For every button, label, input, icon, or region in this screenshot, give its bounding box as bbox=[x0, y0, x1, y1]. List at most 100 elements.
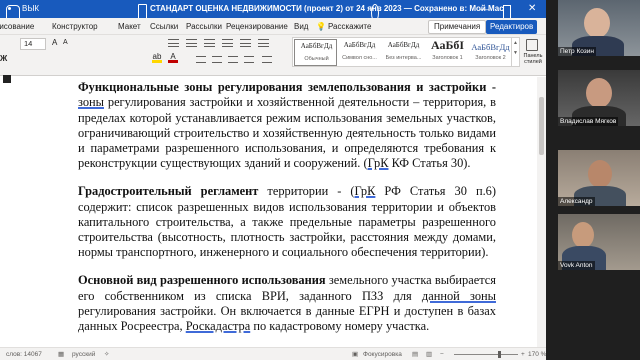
align-left-icon[interactable] bbox=[196, 56, 206, 63]
paragraph-functional-zones: Функциональные зоны регулирования землеп… bbox=[78, 80, 496, 172]
spellcheck-underline: Роскадастра bbox=[185, 319, 251, 334]
focus-mode-button[interactable]: Фокусировка bbox=[363, 348, 402, 360]
close-button[interactable]: ✕ bbox=[528, 0, 536, 18]
focus-icon[interactable]: ▣ bbox=[352, 348, 358, 360]
comments-button[interactable]: Примечания bbox=[428, 20, 487, 34]
tab-design[interactable]: Конструктор bbox=[52, 18, 98, 35]
align-center-icon[interactable] bbox=[212, 56, 222, 63]
zoom-slider-thumb[interactable] bbox=[498, 351, 501, 358]
style-preview: АаБбВгДд bbox=[343, 41, 376, 49]
style-no-spacing[interactable]: АаБбВгДд Без интерва... bbox=[382, 39, 425, 66]
paragraph-text: по кадастровому номеру участка. bbox=[250, 319, 430, 334]
shrink-font-button[interactable]: A bbox=[63, 39, 68, 46]
term-main-permitted-use: Основной вид разрешенного использования bbox=[78, 273, 326, 288]
sort-icon[interactable] bbox=[258, 39, 269, 47]
print-layout-icon[interactable]: ▥ bbox=[426, 348, 432, 360]
spellcheck-underline: ГрК bbox=[367, 156, 389, 171]
zoom-in-button[interactable]: + bbox=[521, 348, 525, 360]
tab-references[interactable]: Ссылки bbox=[150, 18, 178, 35]
participant-face bbox=[584, 8, 610, 38]
lightbulb-icon: 💡 bbox=[316, 22, 326, 31]
accessibility-icon[interactable]: ✧ bbox=[104, 348, 109, 360]
tab-mailings[interactable]: Рассылки bbox=[186, 18, 222, 35]
styles-gallery: АаБбВгДд Обычный АаБбВгДд Символ сно... … bbox=[292, 37, 512, 67]
style-preview: АаБбВгДд bbox=[387, 41, 420, 49]
style-heading-2[interactable]: АаБбВгДд Заголовок 2 bbox=[469, 39, 512, 66]
numbered-list-icon[interactable] bbox=[186, 39, 197, 47]
proofing-icon[interactable]: ▦ bbox=[58, 348, 64, 360]
tab-tell-me[interactable]: 💡 Расскажите bbox=[316, 18, 371, 35]
participant-name: Владислав Мягков bbox=[558, 117, 619, 126]
document-title: СТАНДАРТ ОЦЕНКА НЕДВИЖИМОСТИ (проект 2) … bbox=[150, 4, 504, 13]
comments-button-label: Примечания bbox=[434, 22, 481, 31]
editing-button-label: Редактиров bbox=[490, 22, 534, 31]
line-spacing-icon[interactable] bbox=[262, 56, 272, 63]
justify-icon[interactable] bbox=[244, 56, 254, 63]
paragraph-text: КФ Статья 30). bbox=[388, 156, 471, 171]
styles-pane-button[interactable]: Панель стилей bbox=[520, 39, 546, 73]
style-name: Заголовок 2 bbox=[475, 55, 506, 61]
dash: - bbox=[486, 80, 497, 94]
participant-tile[interactable]: Александр bbox=[558, 150, 640, 206]
align-right-icon[interactable] bbox=[228, 56, 238, 63]
video-call-panel: Петр Козин Владислав Мягков Александр Vo… bbox=[546, 0, 640, 360]
style-heading-1[interactable]: АаБбI Заголовок 1 bbox=[426, 38, 469, 66]
tab-view[interactable]: Вид bbox=[294, 18, 308, 35]
style-preview: АаБбI bbox=[430, 38, 465, 52]
editing-button[interactable]: Редактиров bbox=[486, 20, 538, 34]
multilevel-list-icon[interactable] bbox=[204, 39, 215, 47]
zoom-out-button[interactable]: − bbox=[440, 348, 444, 360]
word-count[interactable]: слов: 14067 bbox=[6, 348, 42, 360]
term-urban-regulation: Градостроительный регламент bbox=[78, 184, 259, 199]
scrollbar-thumb[interactable] bbox=[539, 97, 544, 155]
participant-face bbox=[572, 222, 594, 248]
mouse-cursor-icon bbox=[3, 75, 11, 83]
increase-indent-icon[interactable] bbox=[240, 39, 251, 47]
participant-name: Александр bbox=[558, 197, 595, 206]
zoom-level[interactable]: 170 % bbox=[528, 348, 546, 360]
decrease-indent-icon[interactable] bbox=[222, 39, 233, 47]
style-normal[interactable]: АаБбВгДд Обычный bbox=[294, 39, 337, 66]
tab-review[interactable]: Рецензирование bbox=[226, 18, 288, 35]
styles-pane-icon bbox=[526, 39, 538, 51]
spellcheck-underline: ГрК bbox=[354, 184, 376, 199]
style-preview: АаБбВгДд bbox=[471, 42, 510, 52]
style-preview: АаБбВгДд bbox=[300, 42, 333, 50]
document-body[interactable]: Функциональные зоны регулирования землеп… bbox=[78, 80, 496, 347]
style-name: Символ сно... bbox=[342, 55, 377, 61]
participant-tile[interactable]: Vovk Anton bbox=[558, 214, 640, 270]
bullet-list-icon[interactable] bbox=[168, 39, 179, 47]
participant-face bbox=[588, 160, 612, 188]
tab-draw[interactable]: Рисование bbox=[0, 18, 34, 35]
font-size-select[interactable]: 14 bbox=[20, 38, 46, 50]
font-color-icon[interactable]: A bbox=[168, 53, 178, 63]
styles-pane-label: Панель стилей bbox=[523, 53, 543, 65]
participant-tile[interactable]: Владислав Мягков bbox=[558, 70, 640, 126]
spellcheck-underline: данной зоны bbox=[421, 288, 496, 303]
grow-font-button[interactable]: A bbox=[52, 38, 57, 47]
style-footnote-char[interactable]: АаБбВгДд Символ сно... bbox=[338, 39, 381, 66]
tab-layout[interactable]: Макет bbox=[118, 18, 141, 35]
autosave-label: ВЫК bbox=[22, 4, 40, 13]
participant-name: Vovk Anton bbox=[558, 261, 595, 270]
status-bar: слов: 14067 ▦ русский ✧ ▣ Фокусировка ▤ … bbox=[0, 347, 546, 360]
participant-tile[interactable]: Петр Козин bbox=[558, 0, 640, 56]
style-name: Заголовок 1 bbox=[432, 55, 463, 61]
zoom-slider[interactable] bbox=[454, 351, 518, 358]
style-name: Обычный bbox=[304, 56, 329, 62]
spellcheck-underline: зоны bbox=[78, 95, 104, 110]
participant-face bbox=[586, 78, 612, 108]
bold-button[interactable]: Ж bbox=[0, 54, 7, 63]
style-name: Без интерва... bbox=[385, 55, 422, 61]
language-indicator[interactable]: русский bbox=[72, 348, 95, 360]
highlight-icon[interactable]: ab bbox=[152, 53, 162, 63]
term-functional-zones: Функциональные зоны регулирования землеп… bbox=[78, 80, 487, 94]
document-canvas[interactable]: Функциональные зоны регулирования землеп… bbox=[0, 75, 546, 347]
tell-me-label: Расскажите bbox=[327, 22, 372, 31]
ribbon-home: 14 A A Ж ab A АаБбВгДд Обычный АаБбВгДд … bbox=[0, 35, 546, 76]
read-mode-icon[interactable]: ▤ bbox=[412, 348, 418, 360]
paragraph-urban-regulation: Градостроительный регламент территории -… bbox=[78, 184, 496, 260]
title-bar: ВЫК СТАНДАРТ ОЦЕНКА НЕДВИЖИМОСТИ (проект… bbox=[0, 0, 546, 23]
paragraph-text: территории - ( bbox=[258, 184, 355, 199]
minimize-button[interactable]: — bbox=[480, 0, 489, 18]
